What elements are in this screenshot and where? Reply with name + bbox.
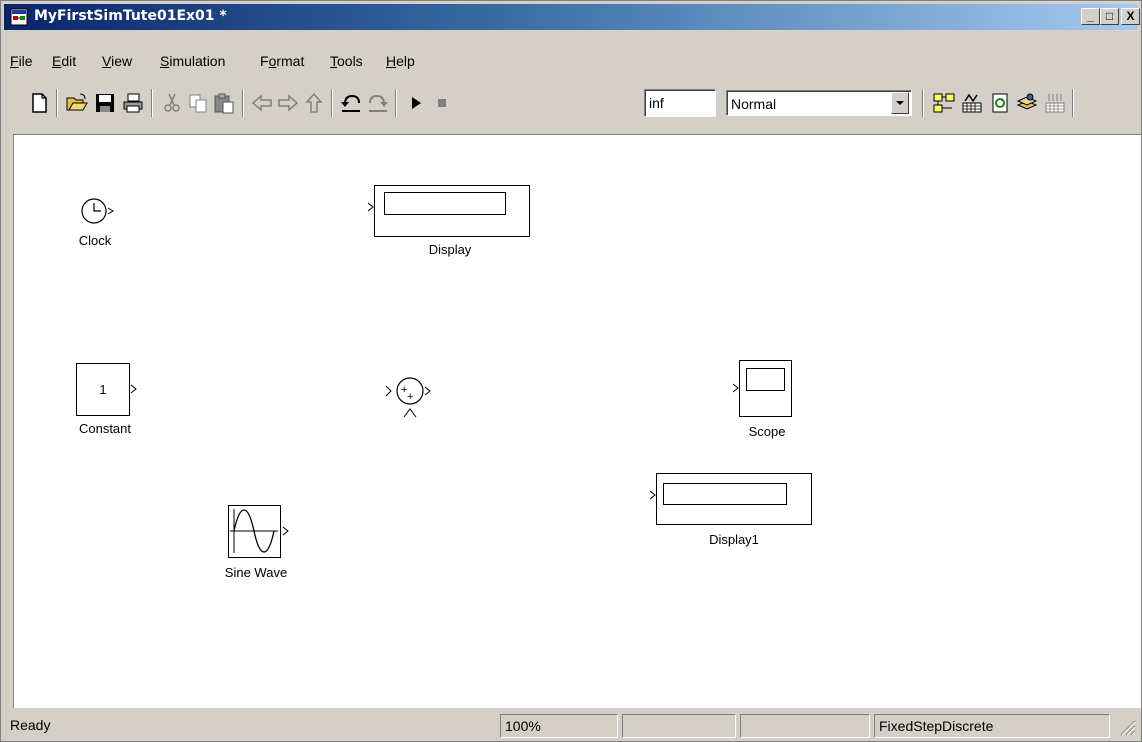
- menu-edit[interactable]: Edit: [48, 50, 80, 72]
- status-field-3: [622, 714, 736, 738]
- stop-icon[interactable]: [430, 91, 454, 115]
- menu-file[interactable]: File: [6, 50, 37, 72]
- menu-simulation[interactable]: Simulation: [156, 50, 229, 72]
- model-canvas[interactable]: Clock Display 1 Constant + + Scope Displ…: [13, 134, 1141, 708]
- library-browser-icon[interactable]: [932, 91, 956, 115]
- status-state: Ready: [10, 717, 51, 733]
- open-icon[interactable]: [65, 91, 89, 115]
- sine-wave-label: Sine Wave: [224, 565, 288, 580]
- toolbar-separator: [1072, 89, 1074, 117]
- menu-help[interactable]: Help: [382, 50, 419, 72]
- simulink-app-icon: [10, 8, 28, 26]
- menu-view[interactable]: View: [98, 50, 136, 72]
- new-icon[interactable]: [27, 91, 51, 115]
- simulation-mode-value: Normal: [731, 96, 777, 112]
- status-solver: FixedStepDiscrete: [874, 714, 1110, 738]
- sum-block[interactable]: + +: [384, 373, 436, 419]
- paste-icon[interactable]: [212, 91, 236, 115]
- start-icon[interactable]: [404, 91, 428, 115]
- copy-icon[interactable]: [186, 91, 210, 115]
- maximize-icon: □: [1105, 9, 1114, 23]
- window-title: MyFirstSimTute01Ex01 *: [34, 8, 227, 24]
- forward-icon[interactable]: [276, 91, 300, 115]
- model-explorer-icon[interactable]: [960, 91, 984, 115]
- minimize-button[interactable]: _: [1081, 8, 1100, 25]
- up-icon[interactable]: [302, 91, 326, 115]
- model-window: MyFirstSimTute01Ex01 * _ □ X File Edit V…: [0, 0, 1142, 742]
- minimize-icon: _: [1087, 9, 1094, 23]
- save-icon[interactable]: [93, 91, 117, 115]
- chevron-down-icon: [896, 101, 904, 105]
- undo-icon[interactable]: [339, 91, 363, 115]
- status-field-4: [740, 714, 870, 738]
- constant-value: 1: [99, 382, 107, 397]
- toolbar-separator: [395, 89, 397, 117]
- display-block[interactable]: [368, 185, 532, 239]
- menu-format[interactable]: Format: [256, 50, 308, 72]
- constant-label: Constant: [78, 421, 132, 436]
- toolbar-separator: [331, 89, 333, 117]
- simulation-mode-select[interactable]: Normal: [726, 90, 912, 116]
- cut-icon[interactable]: [160, 91, 184, 115]
- scope-block[interactable]: [732, 360, 794, 418]
- clock-label: Clock: [78, 233, 112, 248]
- sine-wave-block[interactable]: [228, 505, 292, 561]
- close-icon: X: [1126, 9, 1135, 23]
- dropdown-button[interactable]: [891, 92, 909, 114]
- toolbar-separator: [56, 89, 58, 117]
- toolbar: inf Normal: [4, 85, 1138, 123]
- svg-text:+: +: [407, 391, 413, 403]
- update-diagram-icon[interactable]: [988, 91, 1012, 115]
- maximize-button[interactable]: □: [1100, 8, 1119, 25]
- menu-tools[interactable]: Tools: [326, 50, 367, 72]
- title-bar[interactable]: MyFirstSimTute01Ex01 * _ □ X: [4, 4, 1140, 30]
- redo-icon[interactable]: [366, 91, 390, 115]
- display1-block[interactable]: [650, 473, 814, 527]
- status-zoom: 100%: [500, 714, 618, 738]
- debug-icon[interactable]: [1043, 91, 1067, 115]
- display-label: Display: [428, 242, 472, 257]
- clock-block[interactable]: [76, 193, 124, 229]
- status-bar: Ready 100% FixedStepDiscrete: [4, 712, 1138, 740]
- scope-label: Scope: [748, 424, 786, 439]
- back-icon[interactable]: [250, 91, 274, 115]
- toolbar-separator: [242, 89, 244, 117]
- toolbar-separator: [922, 89, 924, 117]
- close-button[interactable]: X: [1121, 8, 1140, 25]
- menu-bar: File Edit View Simulation Format Tools H…: [4, 50, 1138, 72]
- resize-grip-icon[interactable]: [1118, 718, 1136, 736]
- print-icon[interactable]: [121, 91, 145, 115]
- stop-time-input[interactable]: inf: [644, 89, 716, 117]
- toolbar-separator: [151, 89, 153, 117]
- display1-label: Display1: [709, 532, 759, 547]
- build-icon[interactable]: [1015, 91, 1039, 115]
